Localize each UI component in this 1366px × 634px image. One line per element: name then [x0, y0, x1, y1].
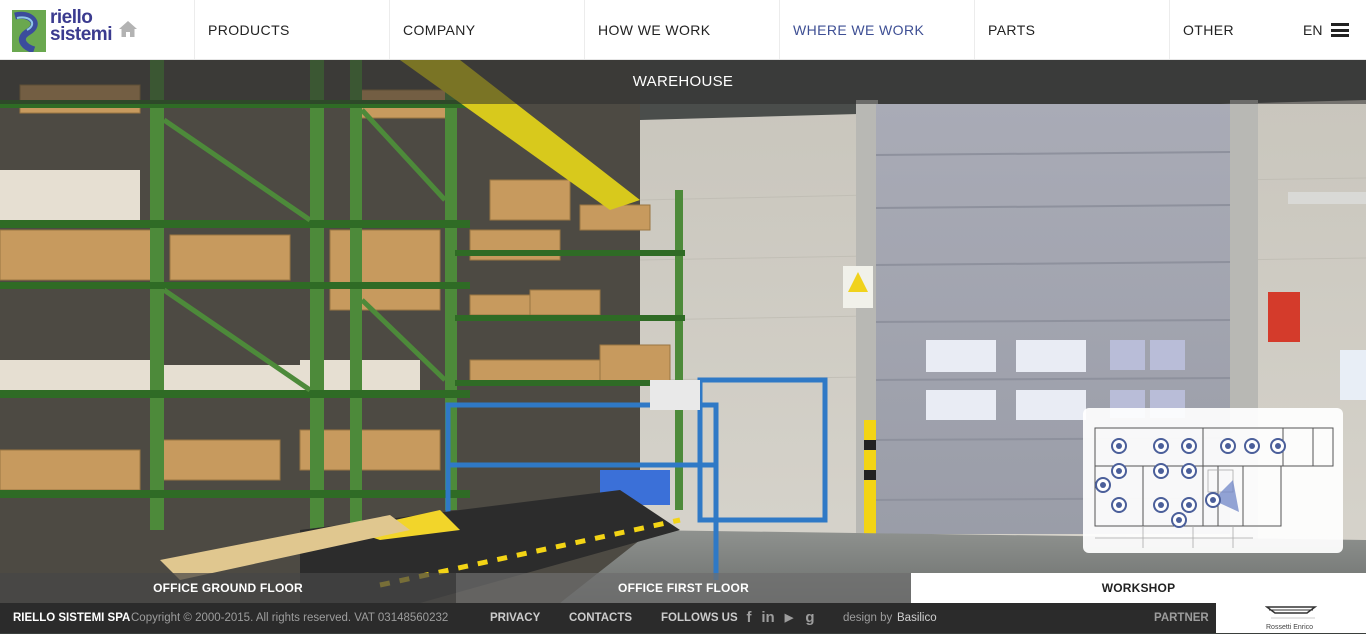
design-credit-prefix: design by — [843, 612, 893, 624]
logo-line-2: sistemi — [50, 24, 112, 45]
partner-logo-box[interactable]: Rossetti Enrico — [1216, 603, 1366, 633]
nav-parts[interactable]: PARTS — [974, 0, 1169, 59]
logo-wordmark: riello sistemi — [50, 8, 112, 45]
partner-label: PARTNER — [1154, 612, 1209, 624]
site-header: riello sistemi PRODUCTS COMPANY HOW WE W… — [0, 0, 1366, 60]
panorama-title: WAREHOUSE — [632, 73, 734, 90]
map-marker-icon[interactable] — [1111, 497, 1127, 513]
nav-where-we-work[interactable]: WHERE WE WORK — [779, 0, 974, 59]
floor-minimap — [1083, 408, 1343, 553]
map-marker-icon[interactable] — [1220, 438, 1236, 454]
google-plus-icon[interactable]: g — [803, 610, 817, 626]
map-marker-icon[interactable] — [1153, 463, 1169, 479]
floor-tabs: OFFICE GROUND FLOOR OFFICE FIRST FLOOR W… — [0, 573, 1366, 603]
nav-products[interactable]: PRODUCTS — [194, 0, 389, 59]
map-marker-icon[interactable] — [1181, 438, 1197, 454]
map-marker-icon[interactable] — [1181, 463, 1197, 479]
hamburger-icon[interactable] — [1331, 23, 1349, 37]
map-marker-icon[interactable] — [1111, 463, 1127, 479]
privacy-link[interactable]: PRIVACY — [490, 603, 540, 634]
home-icon[interactable] — [118, 20, 138, 38]
tab-office-first-floor[interactable]: OFFICE FIRST FLOOR — [456, 573, 911, 603]
footer-copyright: Copyright © 2000-2015. All rights reserv… — [131, 612, 449, 624]
map-marker-icon[interactable] — [1095, 477, 1111, 493]
footer-company: RIELLO SISTEMI SPA — [13, 612, 131, 624]
map-marker-icon[interactable] — [1153, 497, 1169, 513]
nav-how-we-work[interactable]: HOW WE WORK — [584, 0, 779, 59]
tab-office-ground-floor[interactable]: OFFICE GROUND FLOOR — [0, 573, 456, 603]
main-nav: PRODUCTS COMPANY HOW WE WORK WHERE WE WO… — [194, 0, 1364, 59]
map-marker-icon[interactable] — [1153, 438, 1169, 454]
minimap-markers — [1095, 438, 1286, 528]
riello-sistemi-logo[interactable]: riello sistemi — [12, 8, 112, 52]
tab-workshop[interactable]: WORKSHOP — [911, 573, 1366, 603]
nav-company[interactable]: COMPANY — [389, 0, 584, 59]
map-marker-icon[interactable] — [1111, 438, 1127, 454]
site-footer: RIELLO SISTEMI SPA Copyright © 2000-2015… — [0, 603, 1216, 633]
linkedin-icon[interactable]: in — [759, 610, 777, 626]
youtube-icon[interactable]: ▶ — [782, 610, 796, 626]
map-marker-icon[interactable] — [1205, 492, 1221, 508]
map-marker-icon[interactable] — [1244, 438, 1260, 454]
map-marker-icon[interactable] — [1270, 438, 1286, 454]
follow-us-label: FOLLOWS US — [661, 612, 738, 624]
logo-mark-icon — [12, 10, 46, 52]
partner-name: Rossetti Enrico — [1266, 624, 1314, 631]
facebook-icon[interactable]: f — [742, 610, 756, 626]
contacts-link[interactable]: CONTACTS — [569, 603, 632, 634]
map-marker-icon[interactable] — [1181, 497, 1197, 513]
language-selector[interactable]: EN — [1303, 22, 1322, 38]
map-marker-icon[interactable] — [1171, 512, 1187, 528]
design-credit-link[interactable]: Basilico — [897, 603, 937, 634]
